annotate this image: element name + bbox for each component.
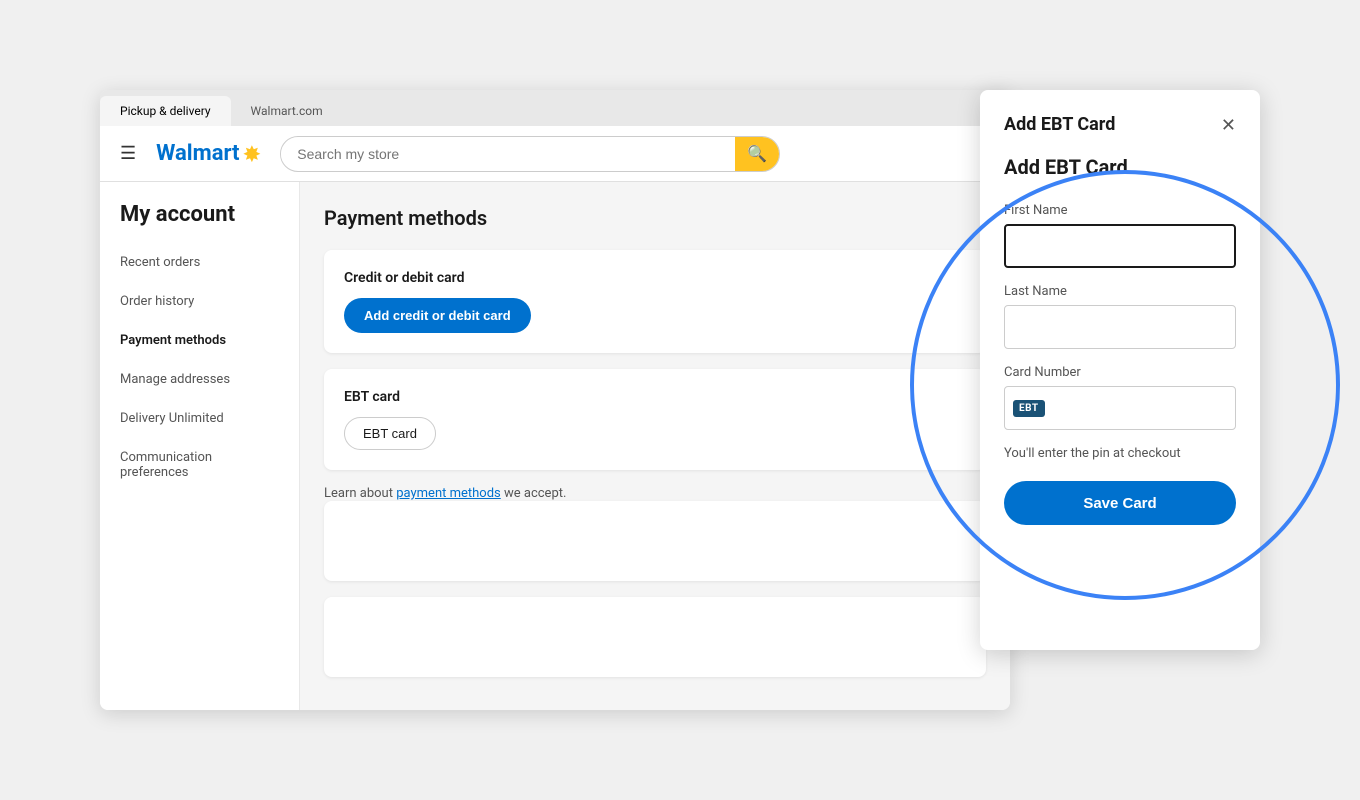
hamburger-icon[interactable]: ☰ [120,143,136,164]
credit-card-section: Credit or debit card Add credit or debit… [324,250,986,353]
modal-form-title: Add EBT Card [1004,155,1236,179]
pin-note: You'll enter the pin at checkout [1004,446,1236,461]
tab-pickup-delivery[interactable]: Pickup & delivery [100,96,231,126]
main-content: My account Recent orders Order history P… [100,182,1010,710]
add-ebt-modal: Add EBT Card ✕ Add EBT Card First Name L… [980,90,1260,650]
empty-section-1 [324,501,986,581]
walmart-logo: Walmart✸ [156,141,260,166]
payment-title: Payment methods [324,206,986,230]
last-name-input[interactable] [1004,305,1236,349]
last-name-label: Last Name [1004,284,1236,299]
card-number-field: Card Number EBT [1004,365,1236,430]
search-button[interactable]: 🔍 [735,136,779,172]
first-name-input[interactable] [1004,224,1236,268]
sidebar-item-delivery-unlimited[interactable]: Delivery Unlimited [100,399,299,438]
credit-section-label: Credit or debit card [344,270,966,286]
sidebar-item-recent-orders[interactable]: Recent orders [100,243,299,282]
learn-text: Learn about payment methods we accept. [324,486,986,501]
search-bar: 🔍 [280,136,780,172]
modal-header-title: Add EBT Card [1004,114,1115,135]
close-button[interactable]: ✕ [1221,116,1236,134]
first-name-field: First Name [1004,203,1236,268]
card-number-label: Card Number [1004,365,1236,380]
add-credit-card-button[interactable]: Add credit or debit card [344,298,531,333]
browser-tabs: Pickup & delivery Walmart.com [100,90,1010,126]
modal-header: Add EBT Card ✕ [1004,114,1236,135]
browser-window: Pickup & delivery Walmart.com ☰ Walmart✸… [100,90,1010,710]
ebt-card-section: EBT card EBT card [324,369,986,470]
tab-walmart[interactable]: Walmart.com [231,96,343,126]
last-name-field: Last Name [1004,284,1236,349]
search-input[interactable] [281,146,735,162]
payment-content: Payment methods Credit or debit card Add… [300,182,1010,710]
sidebar-title: My account [100,202,299,243]
sidebar-item-communication-prefs[interactable]: Communication preferences [100,438,299,492]
sidebar: My account Recent orders Order history P… [100,182,300,710]
sidebar-item-order-history[interactable]: Order history [100,282,299,321]
sidebar-item-manage-addresses[interactable]: Manage addresses [100,360,299,399]
ebt-section-label: EBT card [344,389,966,405]
first-name-label: First Name [1004,203,1236,218]
payment-methods-link[interactable]: payment methods [396,486,501,501]
empty-section-2 [324,597,986,677]
walmart-header: ☰ Walmart✸ 🔍 [100,126,1010,182]
card-number-input-wrapper[interactable]: EBT [1004,386,1236,430]
spark-icon: ✸ [244,142,261,166]
ebt-card-button[interactable]: EBT card [344,417,436,450]
save-card-button[interactable]: Save Card [1004,481,1236,525]
sidebar-item-payment-methods[interactable]: Payment methods [100,321,299,360]
ebt-badge: EBT [1013,400,1045,417]
